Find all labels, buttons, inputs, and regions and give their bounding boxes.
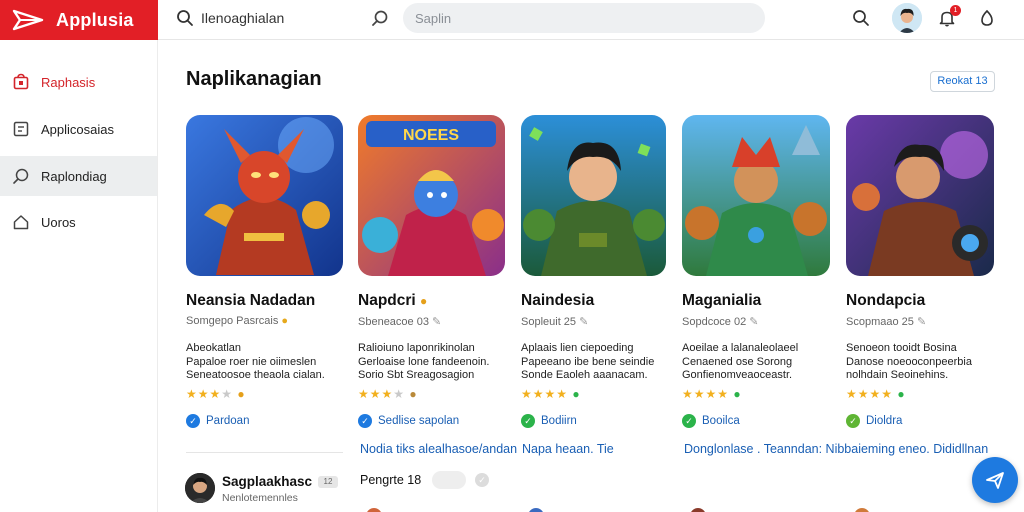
divider xyxy=(186,452,343,453)
app-description: Ralioiuno laponrikinolan Gerloaise lone … xyxy=(358,342,490,381)
sidebar-item-raplondiag[interactable]: Raplondiag xyxy=(0,156,157,196)
see-all-button[interactable]: Reokat 13 xyxy=(930,71,995,92)
verified-icon: ✓ xyxy=(358,414,372,428)
link-nodia[interactable]: Nodia tiks alealhasoe/andan xyxy=(360,442,517,456)
app-badge[interactable]: ✓ Sedlise sapolan xyxy=(358,414,459,428)
app-card[interactable]: Naindesia Sopleuit 25 ✎ Aplaais lien cie… xyxy=(521,115,681,428)
game-hero-image xyxy=(846,115,994,276)
next-row-thumbnail xyxy=(366,508,382,512)
top-bar: Applusia Ilenoaghialan Saplin 1 xyxy=(0,0,1024,40)
app-subtitle: Scopmaao 25 ✎ xyxy=(846,316,927,328)
sidebar-item-label: Raplondiag xyxy=(41,168,107,184)
app-window: Applusia Ilenoaghialan Saplin 1 Raphasis… xyxy=(0,0,1024,512)
app-description: Abeokatlan Papaloe roer nie oiimeslen Se… xyxy=(186,342,325,381)
star-rating: ★★★★ ● xyxy=(186,387,246,401)
avatar[interactable] xyxy=(185,473,215,503)
app-subtitle: Sbeneacoe 03 ✎ xyxy=(358,316,442,328)
category-label: Pengrte 18 xyxy=(360,473,422,487)
star-rating: ★★★★ ● xyxy=(682,387,742,401)
sidebar-item-raphasis[interactable]: Raphasis xyxy=(0,62,157,102)
apps-icon xyxy=(13,121,29,137)
sidebar-item-label: Raphasis xyxy=(41,74,96,90)
game-hero-image xyxy=(682,115,830,276)
app-thumbnail[interactable]: NOEES xyxy=(358,115,505,276)
game-hero-image: NOEES xyxy=(358,115,505,276)
logo-icon xyxy=(12,9,44,31)
verified-icon: ✓ xyxy=(682,414,696,428)
send-icon xyxy=(986,472,1004,489)
svg-text:NOEES: NOEES xyxy=(403,127,459,144)
app-logo[interactable]: Applusia xyxy=(0,0,158,40)
tool-icon[interactable] xyxy=(370,8,390,28)
star-rating: ★★★★ ● xyxy=(846,387,906,401)
sidebar-item-applicosaias[interactable]: Applicosaias xyxy=(0,109,157,149)
app-subtitle: Somgepo Pasrcais ● xyxy=(186,315,289,327)
sidebar-item-label: Uoros xyxy=(41,214,76,230)
game-hero-image xyxy=(521,115,666,276)
app-card[interactable]: Maganialia Sopdcoce 02 ✎ Aoeilae a lalan… xyxy=(682,115,842,428)
app-badge[interactable]: ✓ Dioldra xyxy=(846,414,902,428)
sidebar-item-uoros[interactable]: Uoros xyxy=(0,202,157,242)
app-name: Applusia xyxy=(56,9,134,30)
link-donglonlase[interactable]: Donglonlase . Teanndan: Nibbaieming eneo… xyxy=(684,442,988,456)
app-description: Aplaais lien ciepoeding Papeeano ibe ben… xyxy=(521,342,655,381)
user-name[interactable]: Sagplaakhasc xyxy=(222,474,312,489)
game-hero-image xyxy=(186,115,343,276)
user-subtitle: Nenlotemennles xyxy=(222,492,298,504)
search-icon xyxy=(853,10,869,26)
app-badge[interactable]: ✓ Pardoan xyxy=(186,414,249,428)
app-thumbnail[interactable] xyxy=(846,115,994,276)
verified-icon: ✓ xyxy=(186,414,200,428)
user-avatar-icon xyxy=(185,473,215,503)
user-tag: 12 xyxy=(318,476,338,488)
link-napa[interactable]: Napa heaan. Tie xyxy=(522,442,614,456)
verified-icon: ✓ xyxy=(521,414,535,428)
search-icon xyxy=(13,168,29,184)
app-card[interactable]: Neansia Nadadan Somgepo Pasrcais ● Abeok… xyxy=(186,115,346,428)
app-title: Maganialia xyxy=(682,292,762,309)
home-icon xyxy=(13,215,29,230)
next-row-thumbnail xyxy=(528,508,544,512)
app-subtitle: Sopdcoce 02 ✎ xyxy=(682,316,759,328)
drop-icon xyxy=(981,9,993,26)
search-input[interactable] xyxy=(403,3,765,33)
send-fab-button[interactable] xyxy=(972,457,1018,503)
settings-button[interactable] xyxy=(976,7,998,29)
avatar[interactable] xyxy=(892,3,922,33)
info-icon[interactable]: ✓ xyxy=(475,473,489,487)
star-rating: ★★★★ ● xyxy=(521,387,581,401)
next-row-thumbnail xyxy=(854,508,870,512)
app-badge[interactable]: ✓ Booilca xyxy=(682,414,740,428)
app-thumbnail[interactable] xyxy=(186,115,343,276)
search-label[interactable]: Ilenoaghialan xyxy=(201,10,284,26)
app-description: Aoeilae a lalanaleolaeel Cenaened ose So… xyxy=(682,342,799,381)
app-thumbnail[interactable] xyxy=(521,115,666,276)
next-row-thumbnail xyxy=(690,508,706,512)
search-button[interactable] xyxy=(850,7,872,29)
notification-badge: 1 xyxy=(950,5,961,16)
app-title: Neansia Nadadan xyxy=(186,292,316,309)
app-thumbnail[interactable] xyxy=(682,115,830,276)
store-icon xyxy=(13,73,29,90)
app-card[interactable]: NOEES Napdcri ● Sbeneacoe 03 ✎ Ralioiuno… xyxy=(358,115,518,428)
app-badge[interactable]: ✓ Bodiirn xyxy=(521,414,577,428)
app-title: Nondapcia xyxy=(846,292,926,309)
category-chip[interactable] xyxy=(432,471,466,489)
sidebar-item-label: Applicosaias xyxy=(41,121,114,137)
app-subtitle: Sopleuit 25 ✎ xyxy=(521,316,589,328)
section-title: Naplikanagian xyxy=(186,68,322,90)
app-title: Naindesia xyxy=(521,292,595,309)
app-description: Senoeon tooidt Bosina Danose noeooconpee… xyxy=(846,342,972,381)
app-title: Napdcri ● xyxy=(358,292,428,309)
star-rating: ★★★★ ● xyxy=(358,387,418,401)
user-avatar-icon xyxy=(892,3,922,33)
app-card[interactable]: Nondapcia Scopmaao 25 ✎ Senoeon tooidt B… xyxy=(846,115,1006,428)
verified-icon: ✓ xyxy=(846,414,860,428)
search-icon[interactable] xyxy=(176,9,194,27)
sidebar: Raphasis Applicosaias Raplondiag Uoros xyxy=(0,40,158,512)
